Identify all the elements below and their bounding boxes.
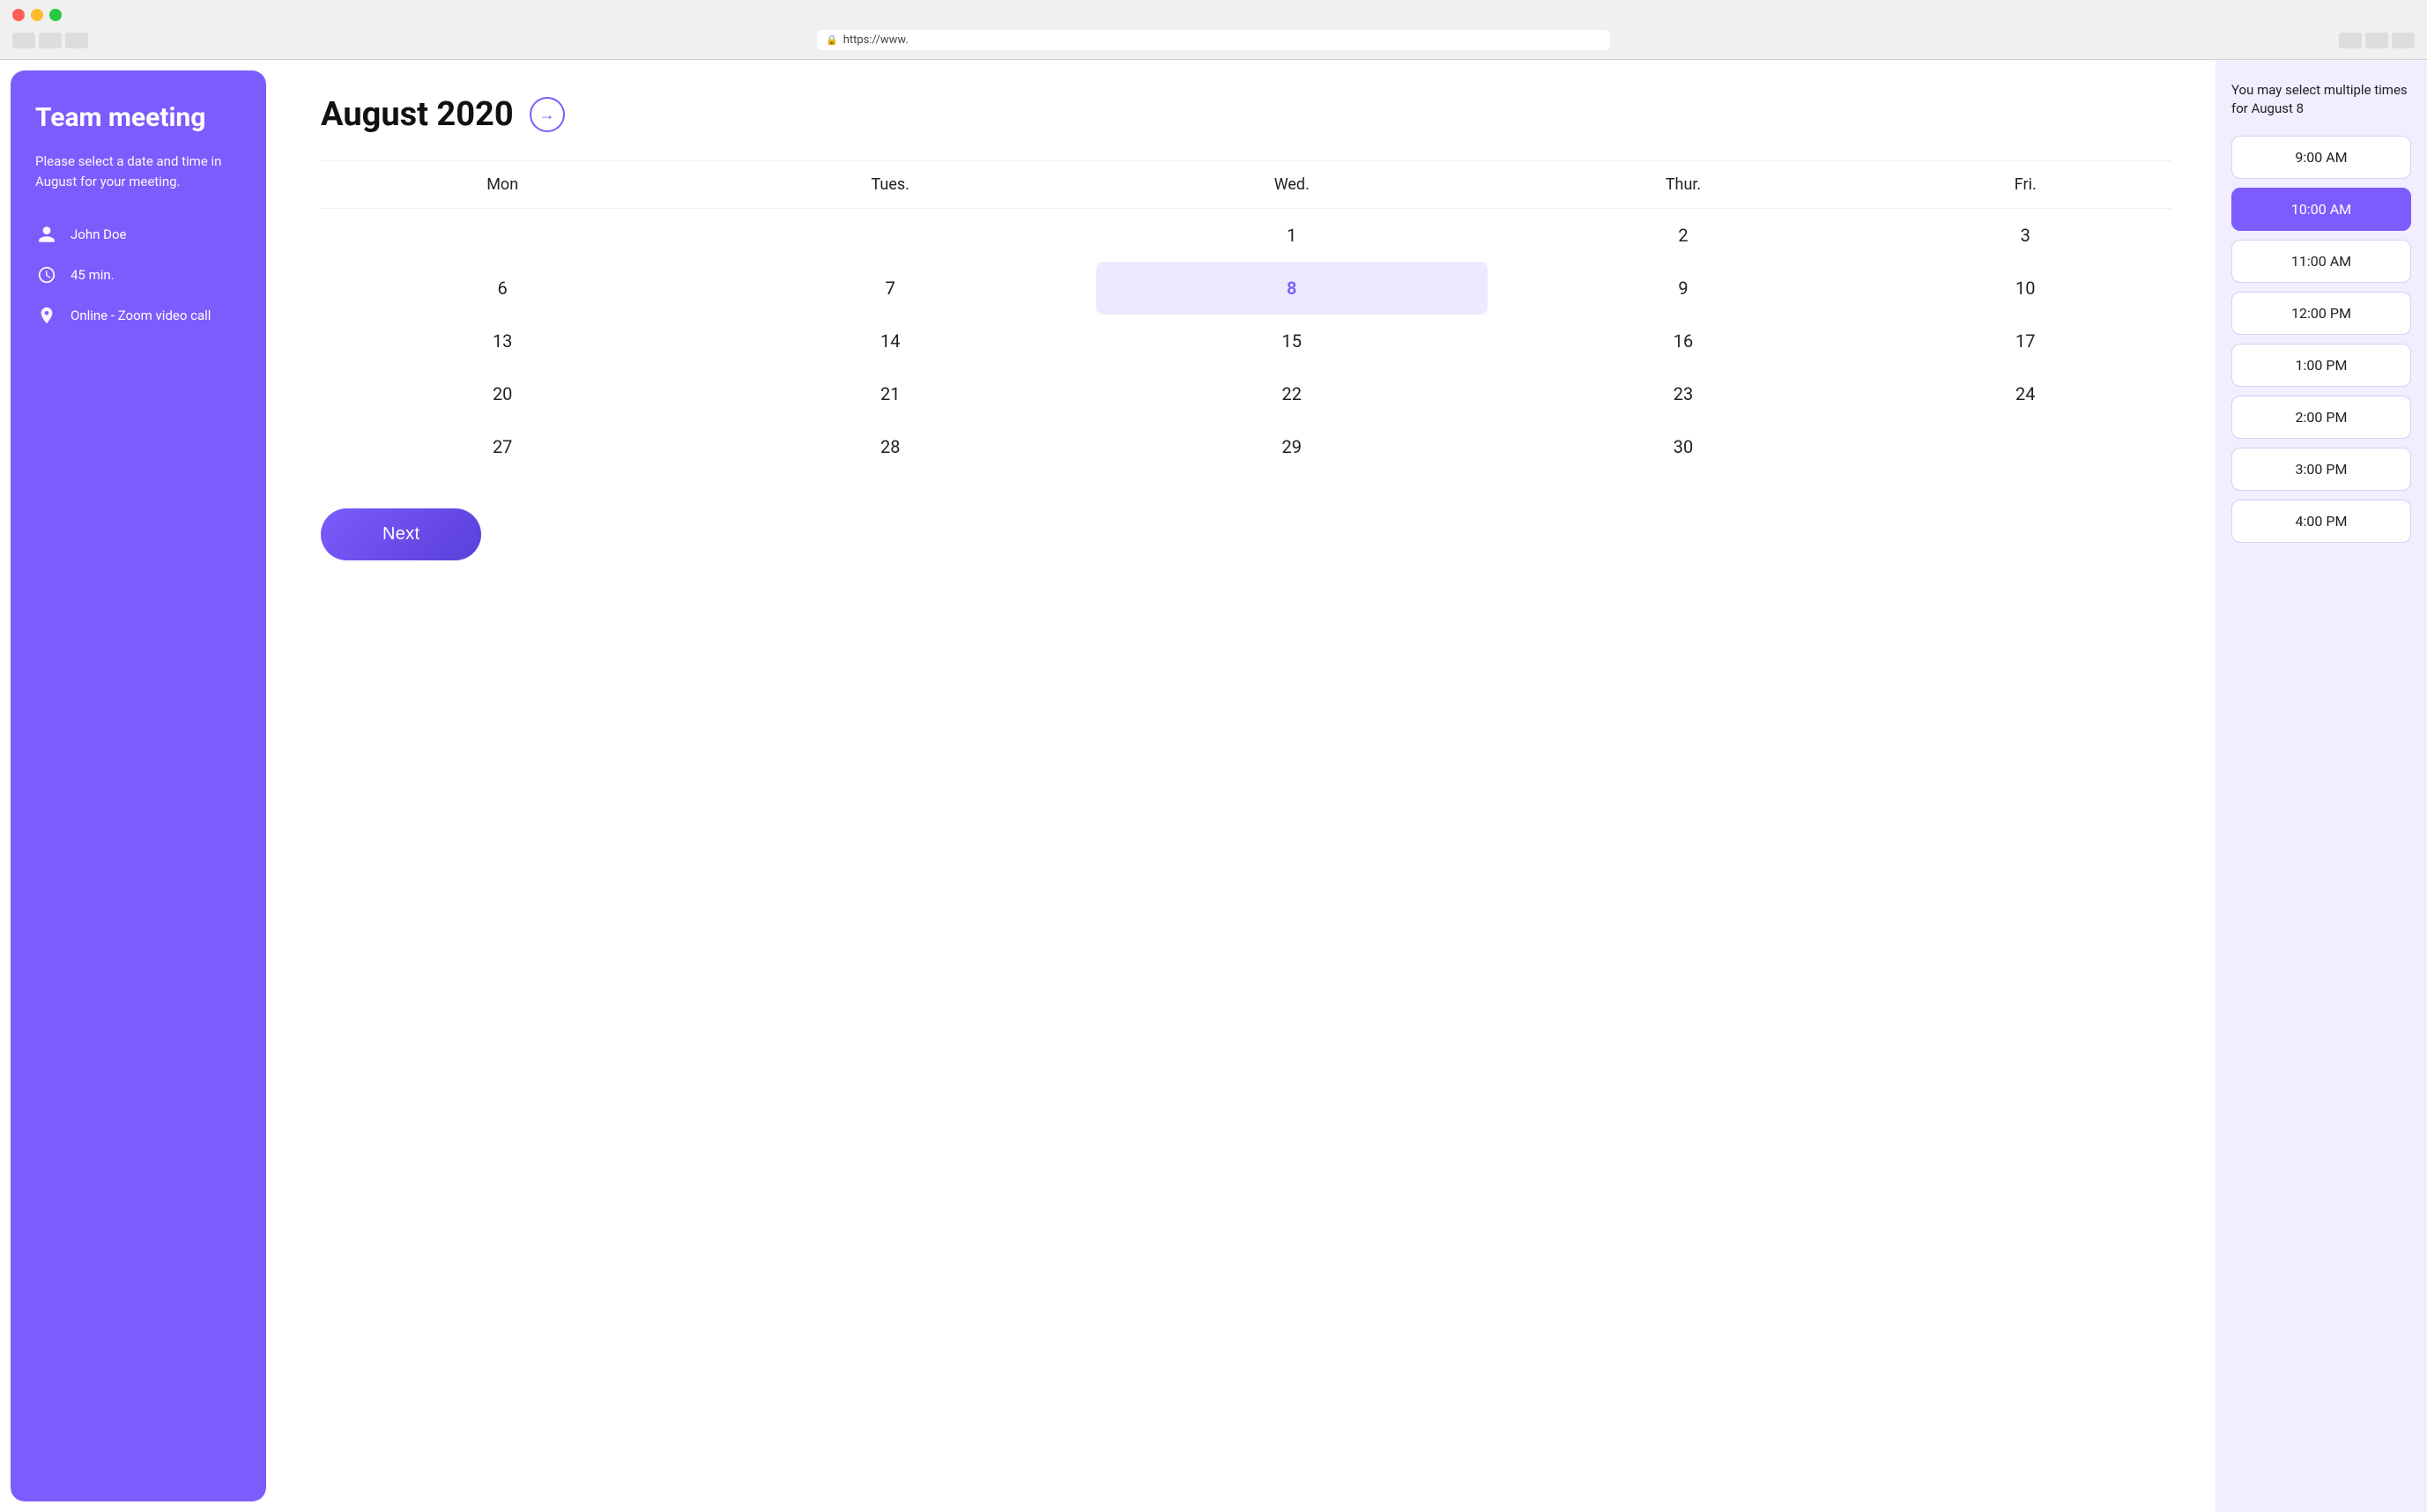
back-button[interactable] <box>12 33 35 48</box>
calendar-header-row: Mon Tues. Wed. Thur. Fri. <box>321 161 2171 209</box>
calendar-day-cell[interactable]: 6 <box>321 262 684 315</box>
calendar-day-cell[interactable]: 27 <box>321 420 684 473</box>
address-bar[interactable]: 🔒 https://www. <box>817 30 1610 50</box>
lock-icon: 🔒 <box>826 34 838 46</box>
minimize-button[interactable] <box>31 9 43 21</box>
calendar-day-cell[interactable]: 14 <box>684 315 1096 367</box>
share-button[interactable] <box>2339 33 2362 48</box>
main-content: Team meeting Please select a date and ti… <box>0 60 2427 1512</box>
browser-nav-buttons <box>12 33 88 48</box>
day-header-wed: Wed. <box>1096 161 1487 209</box>
sidebar-description: Please select a date and time in August … <box>35 152 241 191</box>
menu-button[interactable] <box>2392 33 2415 48</box>
duration-text: 45 min. <box>71 267 115 283</box>
calendar-day-cell[interactable]: 20 <box>321 367 684 420</box>
day-header-mon: Mon <box>321 161 684 209</box>
calendar-area: August 2020 → Mon Tues. Wed. Thur. Fri. … <box>277 60 2215 1512</box>
calendar-day-cell[interactable]: 8 <box>1096 262 1487 315</box>
calendar-week-row: 27282930 <box>321 420 2171 473</box>
calendar-week-row: 1314151617 <box>321 315 2171 367</box>
calendar-week-row: 123 <box>321 209 2171 263</box>
time-slot-item[interactable]: 4:00 PM <box>2231 500 2411 543</box>
day-header-thur: Thur. <box>1488 161 1880 209</box>
calendar-day-cell[interactable]: 23 <box>1488 367 1880 420</box>
close-button[interactable] <box>12 9 25 21</box>
sidebar-meta: John Doe 45 min. Online - Zoom video cal… <box>35 223 241 327</box>
browser-chrome: 🔒 https://www. <box>0 0 2427 60</box>
attendee-item: John Doe <box>35 223 241 246</box>
duration-item: 45 min. <box>35 263 241 286</box>
calendar-day-cell[interactable]: 24 <box>1879 367 2171 420</box>
browser-toolbar: 🔒 https://www. <box>12 30 2415 50</box>
refresh-button[interactable] <box>65 33 88 48</box>
calendar-day-cell[interactable]: 22 <box>1096 367 1487 420</box>
day-header-tues: Tues. <box>684 161 1096 209</box>
time-slots-list: 9:00 AM 10:00 AM 11:00 AM 12:00 PM 1:00 PM 2:… <box>2231 136 2411 543</box>
calendar-day-cell[interactable]: 2 <box>1488 209 1880 263</box>
calendar-day-cell[interactable]: 29 <box>1096 420 1487 473</box>
traffic-lights <box>12 9 2415 21</box>
calendar-day-cell[interactable]: 3 <box>1879 209 2171 263</box>
location-item: Online - Zoom video call <box>35 304 241 327</box>
sidebar: Team meeting Please select a date and ti… <box>11 70 266 1501</box>
clock-icon <box>35 263 58 286</box>
calendar-day-cell[interactable]: 17 <box>1879 315 2171 367</box>
calendar-table: Mon Tues. Wed. Thur. Fri. 12367891013141… <box>321 160 2171 473</box>
day-header-fri: Fri. <box>1879 161 2171 209</box>
time-slot-item[interactable]: 11:00 AM <box>2231 240 2411 283</box>
person-icon <box>35 223 58 246</box>
time-panel: You may select multiple times for August… <box>2215 60 2427 1512</box>
next-button[interactable]: Next <box>321 508 481 560</box>
calendar-day-cell[interactable]: 9 <box>1488 262 1880 315</box>
calendar-week-row: 2021222324 <box>321 367 2171 420</box>
calendar-empty-cell <box>684 209 1096 263</box>
calendar-next-month-button[interactable]: → <box>530 97 565 132</box>
calendar-day-cell[interactable]: 15 <box>1096 315 1487 367</box>
sidebar-title: Team meeting <box>35 102 241 134</box>
maximize-button[interactable] <box>49 9 62 21</box>
tabs-button[interactable] <box>2365 33 2388 48</box>
time-panel-title: You may select multiple times for August… <box>2231 81 2411 118</box>
calendar-empty-cell <box>1879 420 2171 473</box>
calendar-day-cell[interactable]: 30 <box>1488 420 1880 473</box>
attendee-name: John Doe <box>71 226 126 242</box>
browser-actions <box>2339 33 2415 48</box>
location-icon <box>35 304 58 327</box>
calendar-day-cell[interactable]: 21 <box>684 367 1096 420</box>
location-text: Online - Zoom video call <box>71 308 211 323</box>
calendar-day-cell[interactable]: 16 <box>1488 315 1880 367</box>
calendar-day-cell[interactable]: 28 <box>684 420 1096 473</box>
time-slot-item[interactable]: 3:00 PM <box>2231 448 2411 491</box>
calendar-day-cell[interactable]: 1 <box>1096 209 1487 263</box>
calendar-header: August 2020 → <box>321 95 2171 134</box>
calendar-day-cell[interactable]: 7 <box>684 262 1096 315</box>
time-slot-item[interactable]: 1:00 PM <box>2231 344 2411 387</box>
calendar-day-cell[interactable]: 13 <box>321 315 684 367</box>
time-slot-item[interactable]: 12:00 PM <box>2231 292 2411 335</box>
calendar-day-cell[interactable]: 10 <box>1879 262 2171 315</box>
time-slot-item[interactable]: 2:00 PM <box>2231 396 2411 439</box>
url-text: https://www. <box>843 33 909 47</box>
calendar-week-row: 678910 <box>321 262 2171 315</box>
time-slot-item[interactable]: 10:00 AM <box>2231 188 2411 231</box>
forward-button[interactable] <box>39 33 62 48</box>
time-slot-item[interactable]: 9:00 AM <box>2231 136 2411 179</box>
calendar-title: August 2020 <box>321 95 514 134</box>
calendar-empty-cell <box>321 209 684 263</box>
